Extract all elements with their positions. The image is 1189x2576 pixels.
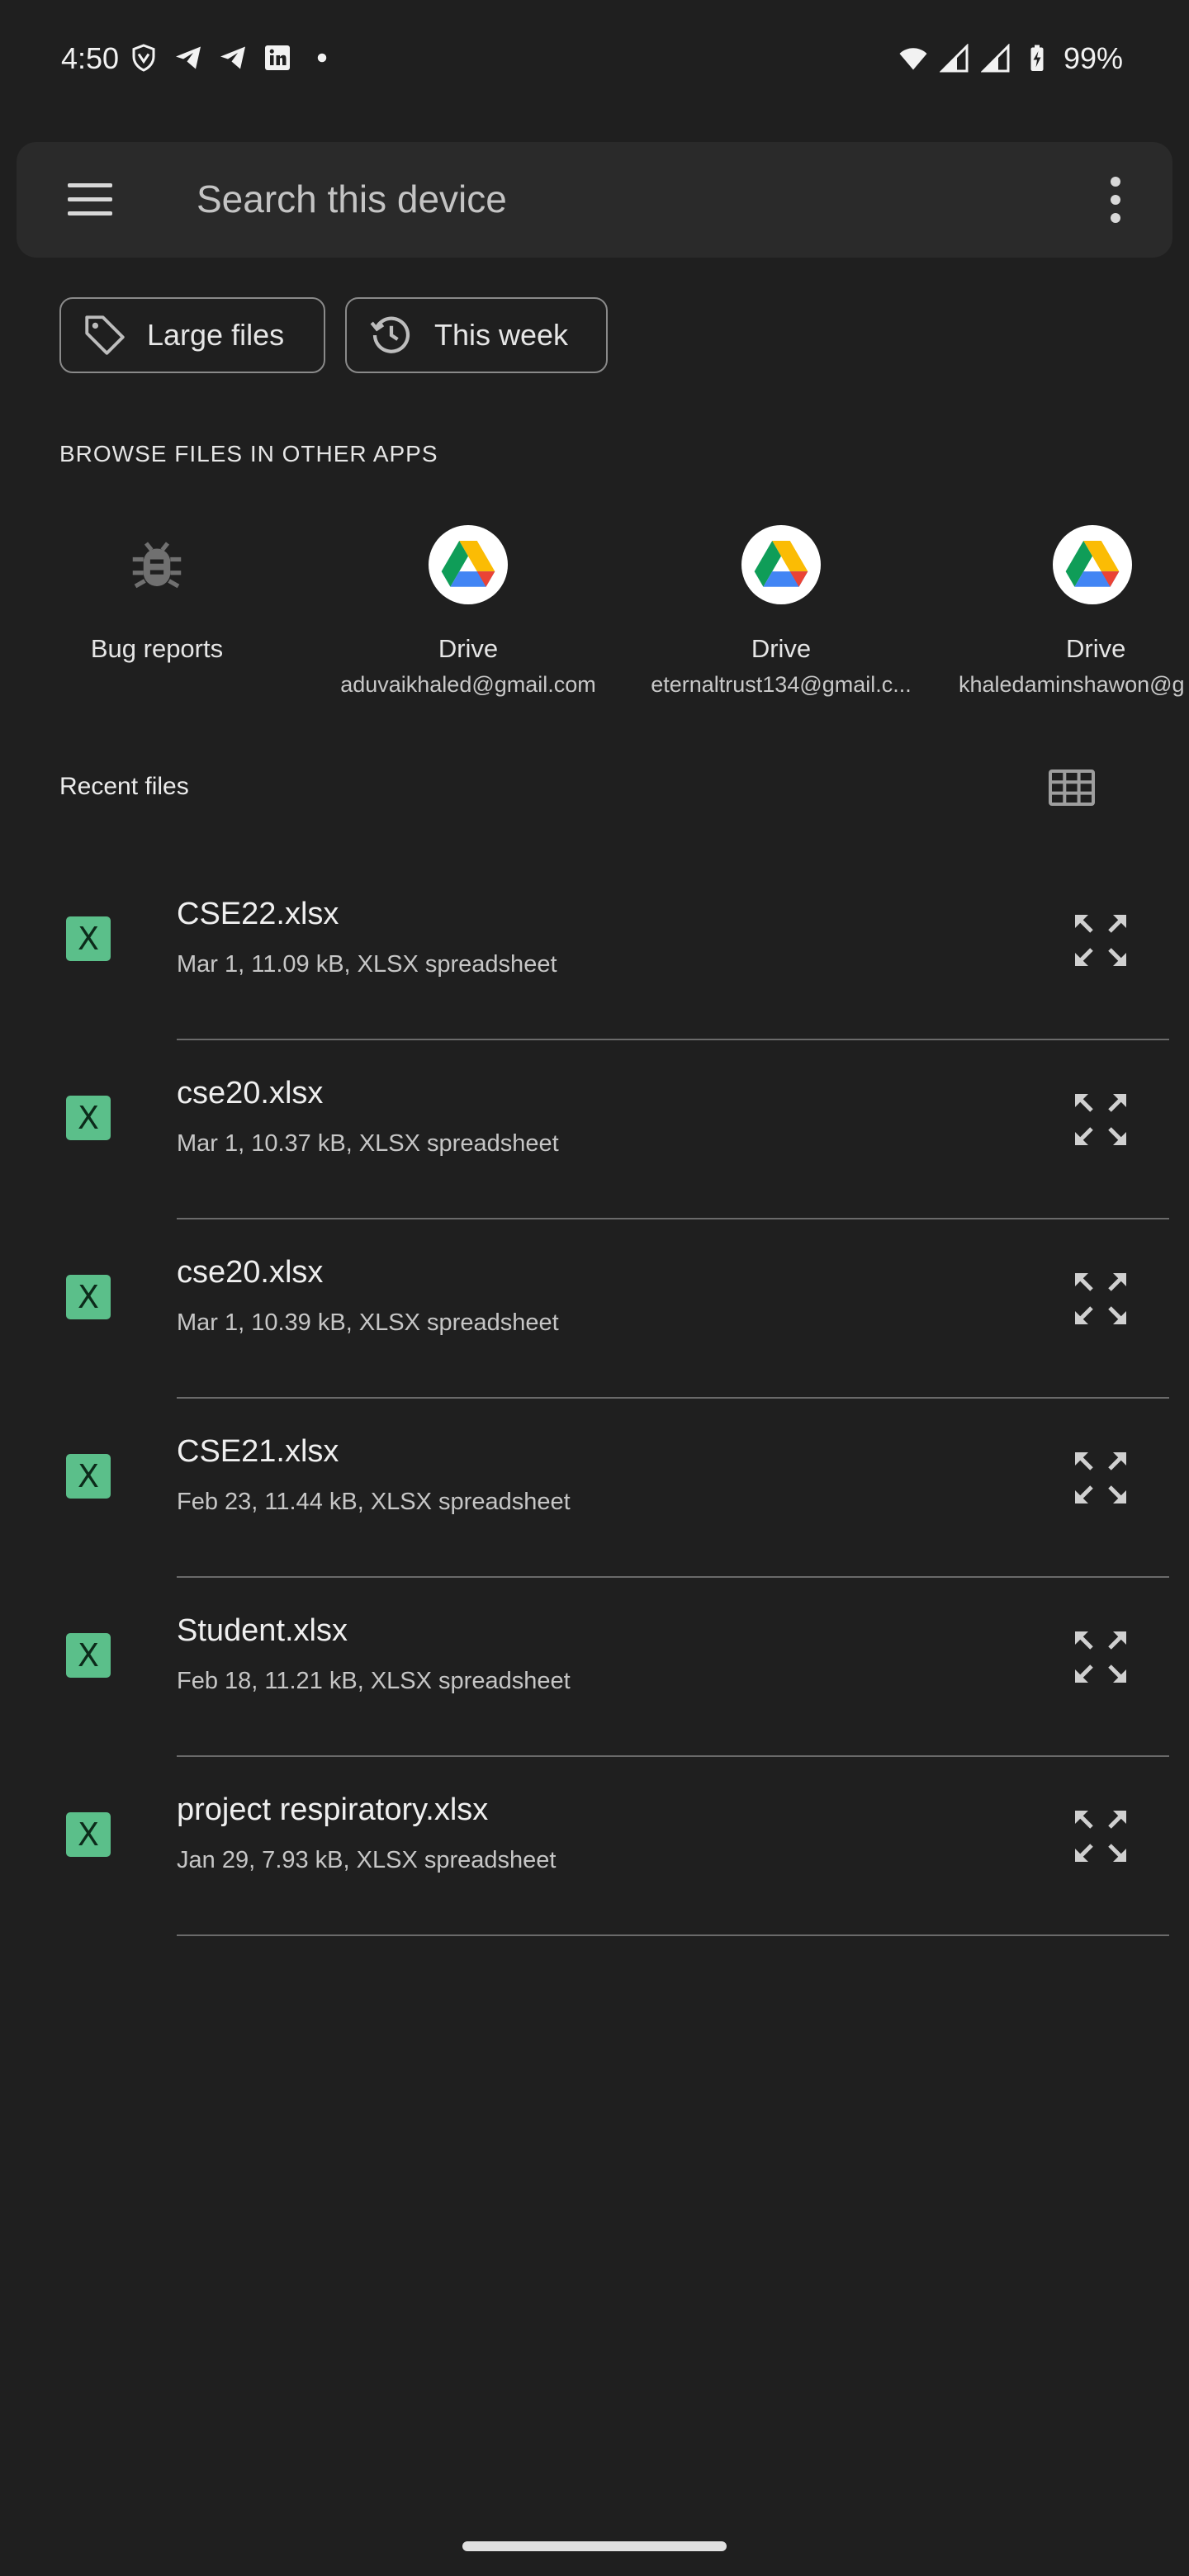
- file-meta: Feb 23, 11.44 kB, XLSX spreadsheet: [177, 1489, 571, 1515]
- bug-icon: [132, 542, 182, 589]
- file-meta: Feb 18, 11.21 kB, XLSX spreadsheet: [177, 1668, 571, 1694]
- divider: [177, 1397, 1169, 1399]
- file-meta: Jan 29, 7.93 kB, XLSX spreadsheet: [177, 1847, 557, 1873]
- home-gesture-bar[interactable]: [462, 2541, 727, 2551]
- status-bar: 4:50 99%: [0, 0, 1189, 116]
- expand-icon[interactable]: [1072, 912, 1130, 969]
- expand-icon[interactable]: [1072, 1091, 1130, 1148]
- xlsx-file-icon: X: [66, 1454, 111, 1499]
- xlsx-file-icon: X: [66, 1812, 111, 1857]
- divider: [177, 1934, 1169, 1936]
- expand-icon[interactable]: [1072, 1449, 1130, 1507]
- divider: [177, 1039, 1169, 1040]
- file-name: cse20.xlsx: [177, 1255, 324, 1290]
- file-row[interactable]: X cse20.xlsx Mar 1, 10.37 kB, XLSX sprea…: [0, 1041, 1189, 1219]
- file-name: CSE21.xlsx: [177, 1434, 339, 1469]
- grid-view-icon[interactable]: [1049, 769, 1095, 806]
- file-name: cse20.xlsx: [177, 1076, 324, 1110]
- drive-icon-wrap: [1053, 525, 1132, 604]
- chip-label: This week: [434, 318, 569, 352]
- search-input[interactable]: Search this device: [197, 177, 507, 221]
- file-name: Student.xlsx: [177, 1613, 348, 1648]
- system-status: 99%: [898, 41, 1123, 76]
- file-row[interactable]: X project respiratory.xlsx Jan 29, 7.93 …: [0, 1758, 1189, 1936]
- drive-icon: [441, 541, 495, 587]
- chip-label: Large files: [147, 318, 285, 352]
- this-week-chip[interactable]: This week: [345, 297, 608, 373]
- telegram-icon: [220, 46, 245, 69]
- app-tile-bug-reports[interactable]: Bug reports: [0, 525, 314, 672]
- dot-icon: [317, 53, 327, 63]
- file-meta: Mar 1, 10.39 kB, XLSX spreadsheet: [177, 1309, 559, 1336]
- wifi-icon: [899, 48, 927, 70]
- xlsx-file-icon: X: [66, 1275, 111, 1319]
- file-row[interactable]: X Student.xlsx Feb 18, 11.21 kB, XLSX sp…: [0, 1579, 1189, 1757]
- more-options-icon[interactable]: [1103, 173, 1128, 226]
- recent-files-heading: Recent files: [59, 773, 189, 800]
- app-name: Bug reports: [90, 634, 224, 663]
- xlsx-file-icon: X: [66, 916, 111, 961]
- drive-icon-wrap: [429, 525, 508, 604]
- signal-icon: [980, 44, 1010, 73]
- bug-icon-wrap: [117, 525, 197, 604]
- file-name: CSE22.xlsx: [177, 897, 339, 931]
- app-tile-drive-3[interactable]: Drive khaledaminshawon@g: [937, 525, 1189, 698]
- telegram-icon: [176, 46, 201, 69]
- divider: [177, 1576, 1169, 1578]
- tag-icon: [85, 315, 125, 355]
- drive-icon: [1065, 541, 1120, 587]
- app-tile-drive-1[interactable]: Drive aduvaikhaled@gmail.com: [311, 525, 625, 698]
- file-meta: Mar 1, 11.09 kB, XLSX spreadsheet: [177, 951, 557, 978]
- file-row[interactable]: X cse20.xlsx Mar 1, 10.39 kB, XLSX sprea…: [0, 1220, 1189, 1399]
- vpn-shield-icon: [132, 44, 155, 72]
- status-time: 4:50: [61, 41, 120, 75]
- history-icon: [370, 316, 410, 353]
- battery-percent: 99%: [1063, 41, 1123, 75]
- divider: [177, 1755, 1169, 1757]
- app-name: Drive: [751, 634, 812, 663]
- notification-icons: [129, 43, 337, 73]
- file-row[interactable]: X CSE21.xlsx Feb 23, 11.44 kB, XLSX spre…: [0, 1399, 1189, 1578]
- expand-icon[interactable]: [1072, 1628, 1130, 1686]
- xlsx-file-icon: X: [66, 1633, 111, 1678]
- expand-icon[interactable]: [1072, 1807, 1130, 1865]
- app-name: Drive: [438, 634, 499, 663]
- expand-icon[interactable]: [1072, 1270, 1130, 1328]
- divider: [177, 1218, 1169, 1219]
- search-bar[interactable]: Search this device: [17, 142, 1172, 258]
- signal-icon: [939, 44, 969, 73]
- app-account: eternaltrust134@gmail.c...: [651, 672, 912, 697]
- file-name: project respiratory.xlsx: [177, 1792, 489, 1827]
- file-meta: Mar 1, 10.37 kB, XLSX spreadsheet: [177, 1130, 559, 1157]
- app-tile-drive-2[interactable]: Drive eternaltrust134@gmail.c...: [624, 525, 938, 698]
- app-account: khaledaminshawon@g: [959, 672, 1185, 697]
- drive-icon-wrap: [741, 525, 821, 604]
- app-name: Drive: [1066, 634, 1126, 663]
- xlsx-file-icon: X: [66, 1096, 111, 1140]
- large-files-chip[interactable]: Large files: [59, 297, 325, 373]
- battery-charging-icon: [1030, 45, 1044, 71]
- file-row[interactable]: X CSE22.xlsx Mar 1, 11.09 kB, XLSX sprea…: [0, 862, 1189, 1040]
- app-account: aduvaikhaled@gmail.com: [340, 672, 596, 697]
- drive-icon: [754, 541, 808, 587]
- linkedin-icon: [265, 45, 290, 70]
- hamburger-menu-icon[interactable]: [61, 177, 119, 223]
- browse-section-heading: BROWSE FILES IN OTHER APPS: [59, 441, 438, 466]
